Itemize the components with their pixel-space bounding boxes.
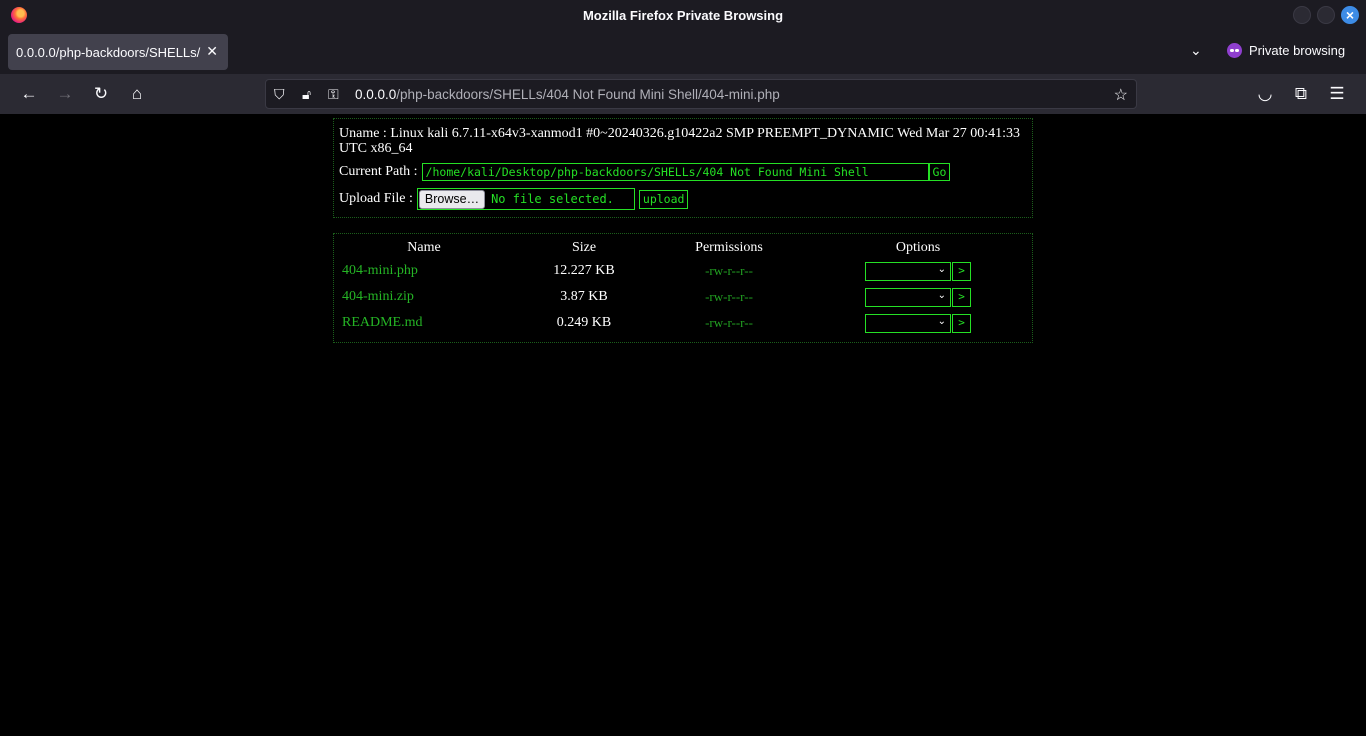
table-row: 404-mini.zip 3.87 KB -rw-r--r-- ⌄ >	[334, 284, 1032, 310]
options-go-button[interactable]: >	[952, 313, 971, 333]
forward-arrow-icon[interactable]: →	[54, 83, 76, 105]
file-permissions[interactable]: -rw-r--r--	[654, 258, 804, 284]
back-arrow-icon[interactable]: ←	[18, 83, 40, 105]
insecure-lock-icon[interactable]: 🔓︎	[302, 86, 311, 103]
chevron-down-icon: ⌄	[937, 315, 946, 327]
file-permissions[interactable]: -rw-r--r--	[654, 310, 804, 336]
tab-active[interactable]: 0.0.0.0/php-backdoors/SHELLs/ ✕	[8, 34, 228, 70]
uname-value: Linux kali 6.7.11-x64v3-xanmod1 #0~20240…	[339, 126, 1021, 156]
file-options: ⌄ >	[804, 284, 1032, 310]
options-go-button[interactable]: >	[952, 261, 971, 281]
private-browsing-indicator: Private browsing	[1227, 43, 1345, 58]
tab-close-icon[interactable]: ✕	[206, 43, 218, 60]
current-path-row: Current Path : /home/kali/Desktop/php-ba…	[339, 163, 1027, 181]
reload-icon[interactable]: ↻	[90, 83, 112, 105]
options-select[interactable]: ⌄	[865, 313, 951, 333]
current-path-label: Current Path :	[339, 164, 418, 179]
private-mask-icon	[1227, 43, 1242, 58]
file-size: 0.249 KB	[556, 315, 612, 330]
pocket-icon[interactable]: ◡	[1254, 83, 1276, 105]
options-go-button[interactable]: >	[952, 287, 971, 307]
file-input[interactable]: Browse… No file selected.	[416, 188, 635, 210]
firefox-icon	[11, 7, 27, 23]
window-titlebar: Mozilla Firefox Private Browsing ×	[0, 0, 1366, 30]
chevron-down-icon: ⌄	[937, 289, 946, 301]
file-name-link[interactable]: README.md	[334, 310, 514, 336]
file-name-link[interactable]: 404-mini.php	[334, 258, 514, 284]
browse-button[interactable]: Browse…	[418, 189, 486, 209]
no-file-selected-text: No file selected.	[491, 192, 614, 206]
uname-label: Uname :	[339, 126, 387, 141]
upload-button[interactable]: upload	[638, 189, 689, 209]
file-name-link[interactable]: 404-mini.zip	[334, 284, 514, 310]
file-options: ⌄ >	[804, 310, 1032, 336]
close-window-button[interactable]: ×	[1341, 6, 1359, 24]
navigation-bar: ← → ↻ ⌂ ⛉ 🔓︎ ⚿ 0.0.0.0/php-backdoors/SHE…	[0, 74, 1366, 114]
key-icon[interactable]: ⚿	[328, 86, 339, 103]
minimize-button[interactable]	[1293, 6, 1311, 24]
tab-title: 0.0.0.0/php-backdoors/SHELLs/	[16, 44, 201, 60]
file-list-panel: Name Size Permissions Options 404-mini.p…	[333, 233, 1033, 343]
column-header-name: Name	[407, 239, 441, 255]
tracking-protection-shield-icon[interactable]: ⛉	[274, 86, 285, 103]
tab-strip: 0.0.0.0/php-backdoors/SHELLs/ ✕ ⌄ Privat…	[0, 30, 1366, 74]
menu-hamburger-icon[interactable]: ☰	[1326, 83, 1348, 105]
uname-line: Uname : Linux kali 6.7.11-x64v3-xanmod1 …	[339, 126, 1027, 156]
table-header-row: Name Size Permissions Options	[334, 234, 1032, 258]
window-title: Mozilla Firefox Private Browsing	[582, 7, 784, 23]
file-permissions[interactable]: -rw-r--r--	[654, 284, 804, 310]
upload-file-label: Upload File :	[339, 191, 413, 206]
bookmark-star-icon[interactable]: ☆	[1114, 85, 1128, 105]
column-header-options: Options	[895, 239, 941, 255]
address-bar[interactable]: ⛉ 🔓︎ ⚿ 0.0.0.0/php-backdoors/SHELLs/404 …	[265, 79, 1137, 109]
extensions-icon[interactable]: ⧉	[1290, 83, 1312, 105]
url-text[interactable]: 0.0.0.0/php-backdoors/SHELLs/404 Not Fou…	[355, 87, 780, 102]
page-content: Uname : Linux kali 6.7.11-x64v3-xanmod1 …	[0, 114, 1366, 736]
home-icon[interactable]: ⌂	[126, 83, 148, 105]
window-controls: ×	[1293, 6, 1359, 24]
file-options: ⌄ >	[804, 258, 1032, 284]
column-header-permissions: Permissions	[695, 239, 763, 255]
options-select[interactable]: ⌄	[865, 287, 951, 307]
chevron-down-icon: ⌄	[937, 263, 946, 275]
list-all-tabs-chevron-icon[interactable]: ⌄	[1190, 42, 1202, 59]
file-table: Name Size Permissions Options 404-mini.p…	[334, 234, 1032, 336]
options-select[interactable]: ⌄	[865, 261, 951, 281]
current-path-input[interactable]: /home/kali/Desktop/php-backdoors/SHELLs/…	[421, 163, 929, 181]
column-header-size: Size	[571, 239, 597, 255]
maximize-button[interactable]	[1317, 6, 1335, 24]
private-browsing-label: Private browsing	[1249, 43, 1346, 58]
upload-row: Upload File : Browse… No file selected. …	[339, 188, 1027, 210]
go-button[interactable]: Go	[928, 163, 951, 181]
table-row: 404-mini.php 12.227 KB -rw-r--r-- ⌄ >	[334, 258, 1032, 284]
shell-info-panel: Uname : Linux kali 6.7.11-x64v3-xanmod1 …	[333, 118, 1033, 218]
table-row: README.md 0.249 KB -rw-r--r-- ⌄ >	[334, 310, 1032, 336]
file-size: 12.227 KB	[553, 263, 615, 278]
file-size: 3.87 KB	[560, 289, 608, 304]
